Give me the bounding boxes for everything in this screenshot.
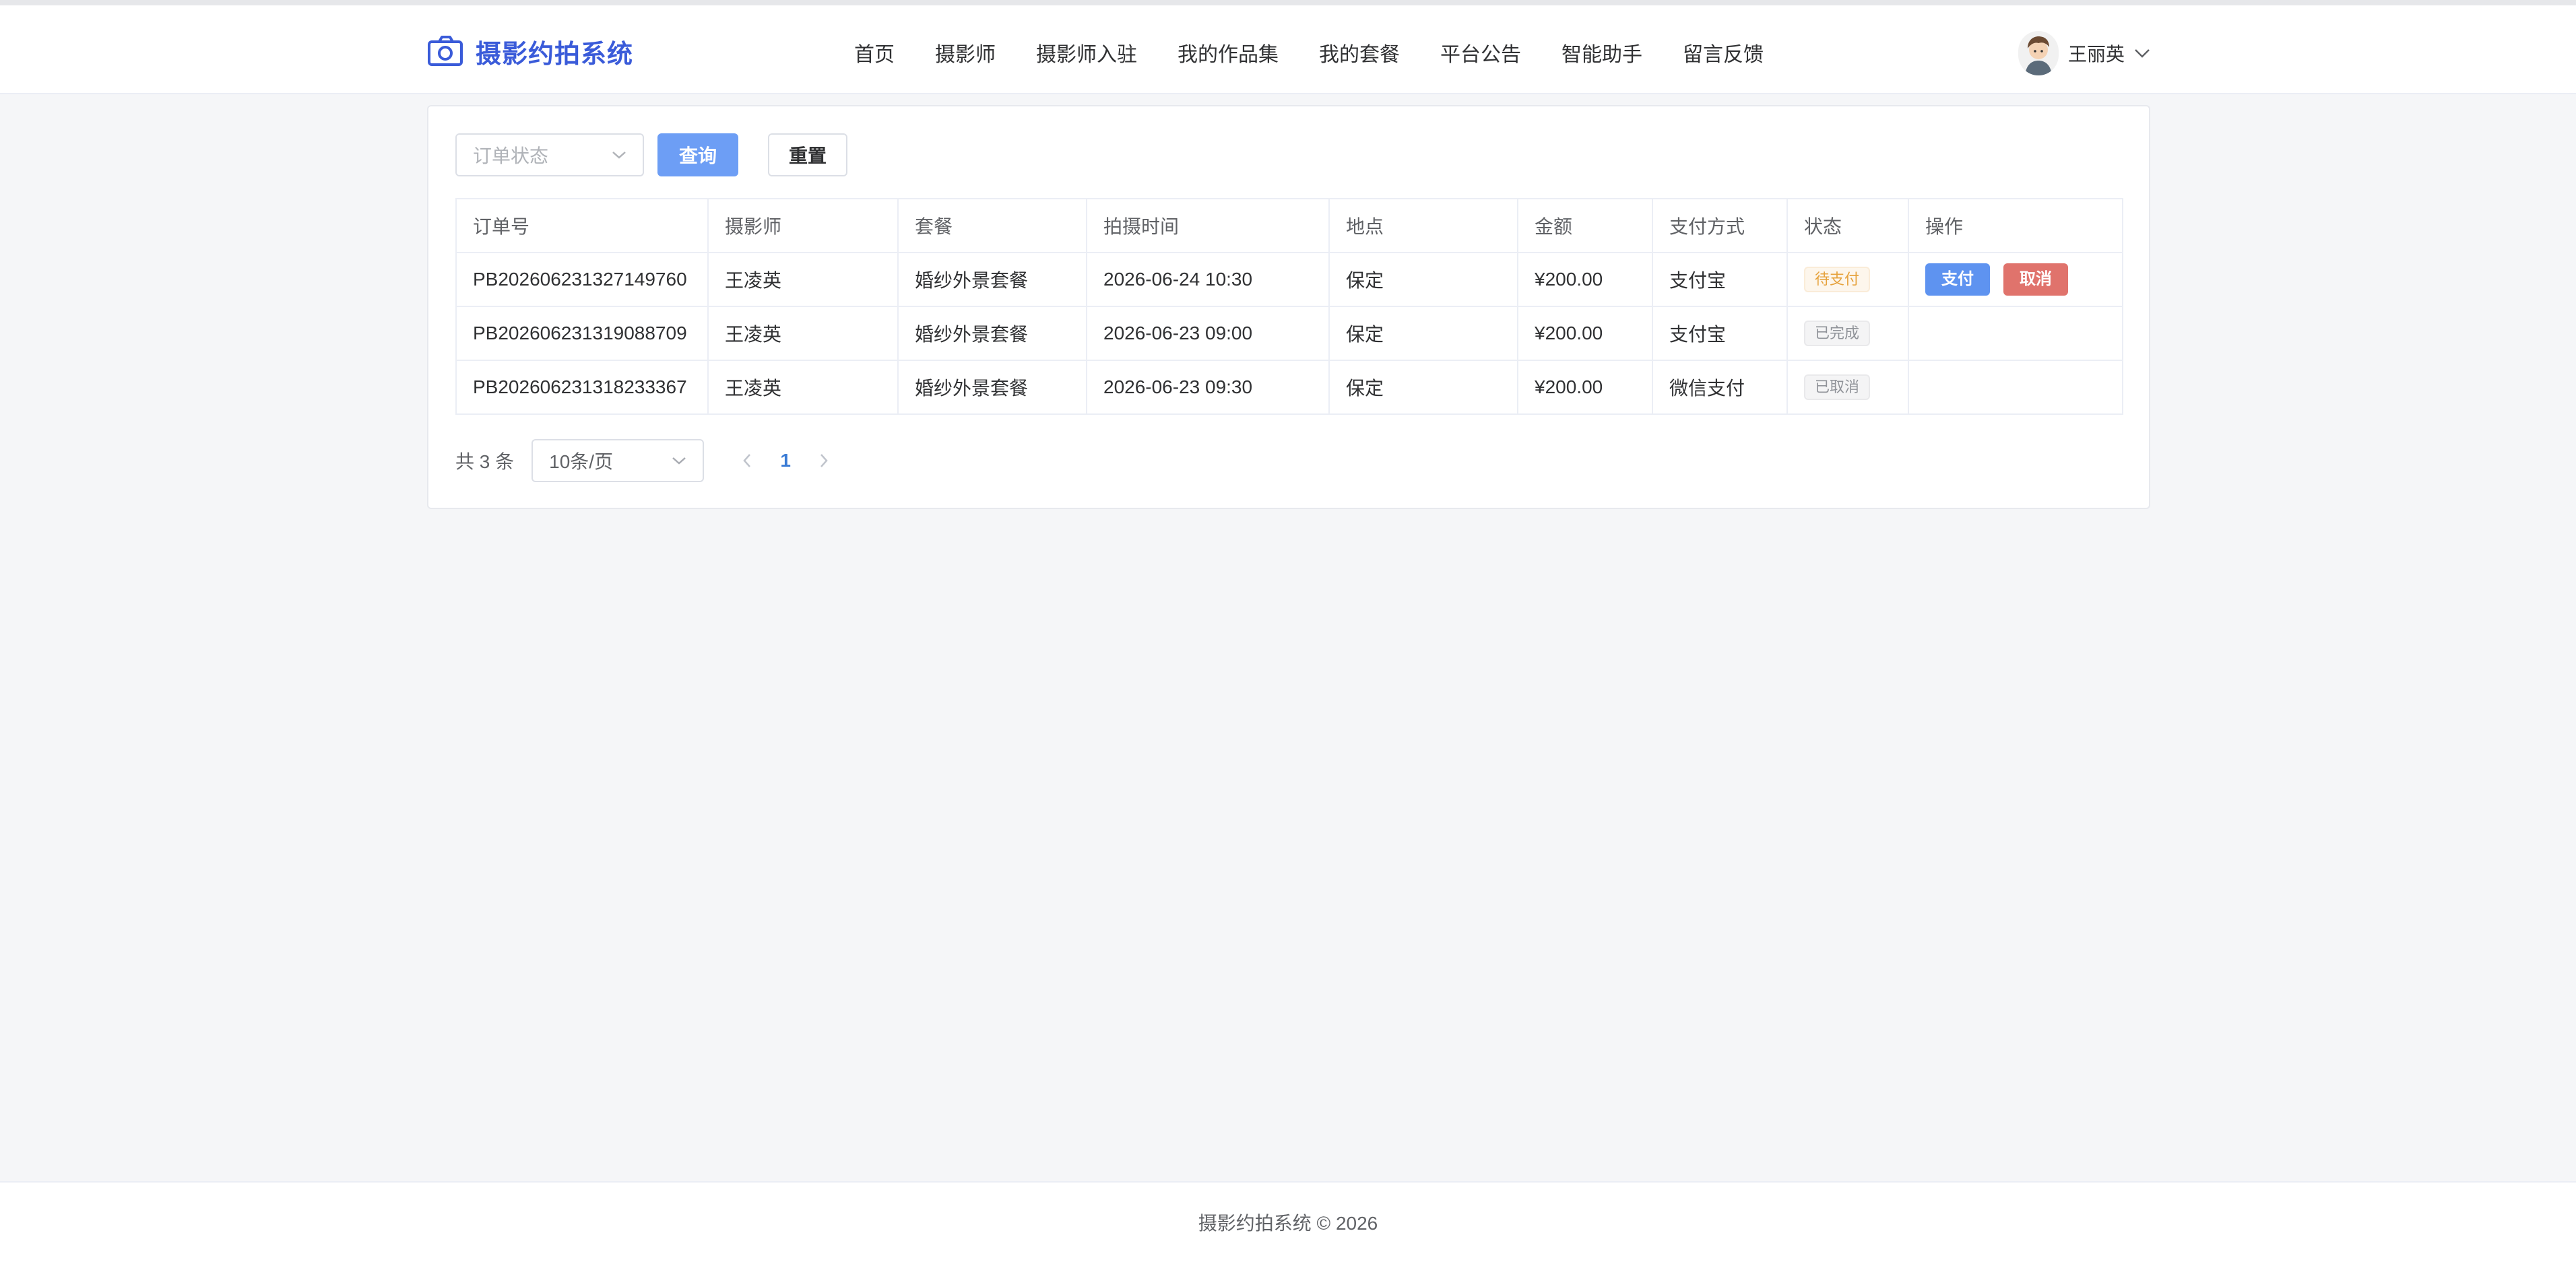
column-header-package: 套餐 — [897, 198, 1087, 253]
prev-page-button[interactable] — [734, 439, 761, 482]
table-row: PB202606231318233367 王凌英 婚纱外景套餐 2026-06-… — [455, 360, 2123, 415]
column-header-place: 地点 — [1328, 198, 1518, 253]
cell-order-no: PB202606231327149760 — [455, 252, 709, 307]
cell-order-no: PB202606231318233367 — [455, 360, 709, 415]
avatar — [2018, 31, 2059, 75]
filter-bar: 订单状态 查询 重置 — [455, 133, 847, 176]
brand[interactable]: 摄影约拍系统 — [427, 31, 633, 71]
cell-amount: ¥200.00 — [1517, 252, 1653, 307]
top-header: 摄影约拍系统 首页 摄影师 摄影师入驻 我的作品集 我的套餐 平台公告 智能助手… — [0, 0, 2576, 94]
nav-item-announcements[interactable]: 平台公告 — [1440, 38, 1521, 67]
nav-item-portfolio[interactable]: 我的作品集 — [1178, 38, 1279, 67]
cell-status: 已完成 — [1786, 306, 1909, 361]
cell-shoot-time: 2026-06-23 09:00 — [1086, 306, 1330, 361]
cell-package: 婚纱外景套餐 — [897, 360, 1087, 415]
reset-button[interactable]: 重置 — [768, 133, 847, 176]
cell-actions — [1908, 360, 2123, 415]
cell-place: 保定 — [1328, 252, 1518, 307]
cell-pay-method: 支付宝 — [1652, 252, 1788, 307]
camera-icon — [428, 36, 463, 66]
cell-status: 已取消 — [1786, 360, 1909, 415]
cell-place: 保定 — [1328, 360, 1518, 415]
brand-title: 摄影约拍系统 — [476, 40, 634, 69]
status-badge: 待支付 — [1804, 267, 1871, 292]
chevron-down-icon — [612, 152, 626, 159]
cell-package: 婚纱外景套餐 — [897, 306, 1087, 361]
nav-item-photographer-join[interactable]: 摄影师入驻 — [1036, 38, 1137, 67]
next-page-button[interactable] — [810, 439, 837, 482]
pagination: 共 3 条 10条/页 1 — [455, 439, 837, 482]
column-header-actions: 操作 — [1908, 198, 2123, 253]
footer: 摄影约拍系统 © 2026 — [0, 1181, 2576, 1262]
page-size-select[interactable]: 10条/页 — [532, 439, 705, 482]
main-nav: 首页 摄影师 摄影师入驻 我的作品集 我的套餐 平台公告 智能助手 留言反馈 — [854, 31, 1764, 74]
chevron-down-icon — [672, 457, 686, 465]
cell-shoot-time: 2026-06-24 10:30 — [1086, 252, 1330, 307]
query-button[interactable]: 查询 — [657, 133, 738, 176]
order-status-placeholder: 订单状态 — [473, 145, 549, 166]
cell-place: 保定 — [1328, 306, 1518, 361]
cell-shoot-time: 2026-06-23 09:30 — [1086, 360, 1330, 415]
nav-item-photographers[interactable]: 摄影师 — [935, 38, 996, 67]
cell-amount: ¥200.00 — [1517, 306, 1653, 361]
pay-button[interactable]: 支付 — [1925, 263, 1990, 296]
cell-order-no: PB202606231319088709 — [455, 306, 709, 361]
user-name: 王丽英 — [2068, 44, 2125, 65]
table-row: PB202606231327149760 王凌英 婚纱外景套餐 2026-06-… — [455, 252, 2123, 307]
column-header-order-no: 订单号 — [455, 198, 709, 253]
chevron-left-icon — [743, 454, 751, 467]
orders-card: 订单状态 查询 重置 订单号 摄影师 套餐 拍摄时间 地点 金额 支付方式 状态… — [427, 105, 2150, 509]
cell-status: 待支付 — [1786, 252, 1909, 307]
nav-item-packages[interactable]: 我的套餐 — [1319, 38, 1400, 67]
cell-photographer: 王凌英 — [707, 252, 899, 307]
status-badge: 已完成 — [1804, 321, 1871, 346]
column-header-status: 状态 — [1786, 198, 1909, 253]
pagination-total: 共 3 条 — [455, 451, 515, 472]
cell-photographer: 王凌英 — [707, 360, 899, 415]
column-header-amount: 金额 — [1517, 198, 1653, 253]
page-number-current[interactable]: 1 — [769, 450, 802, 471]
status-badge: 已取消 — [1804, 374, 1871, 400]
column-header-pay-method: 支付方式 — [1652, 198, 1788, 253]
cell-pay-method: 微信支付 — [1652, 360, 1788, 415]
orders-table: 订单号 摄影师 套餐 拍摄时间 地点 金额 支付方式 状态 操作 PB20260… — [455, 198, 2123, 415]
nav-item-assistant[interactable]: 智能助手 — [1561, 38, 1642, 67]
cell-amount: ¥200.00 — [1517, 360, 1653, 415]
cell-package: 婚纱外景套餐 — [897, 252, 1087, 307]
chevron-down-icon — [2135, 49, 2150, 58]
cell-pay-method: 支付宝 — [1652, 306, 1788, 361]
cell-actions — [1908, 306, 2123, 361]
page-size-value: 10条/页 — [549, 451, 614, 472]
cancel-order-button[interactable]: 取消 — [2003, 263, 2068, 296]
column-header-photographer: 摄影师 — [707, 198, 899, 253]
order-status-select[interactable]: 订单状态 — [455, 133, 644, 176]
table-row: PB202606231319088709 王凌英 婚纱外景套餐 2026-06-… — [455, 306, 2123, 361]
nav-item-feedback[interactable]: 留言反馈 — [1683, 38, 1764, 67]
column-header-shoot-time: 拍摄时间 — [1086, 198, 1330, 253]
nav-item-home[interactable]: 首页 — [854, 38, 895, 67]
cell-photographer: 王凌英 — [707, 306, 899, 361]
chevron-right-icon — [820, 454, 828, 467]
cell-actions: 支付 取消 — [1908, 252, 2123, 307]
footer-copyright: 摄影约拍系统 © 2026 — [1198, 1213, 1378, 1234]
table-header-row: 订单号 摄影师 套餐 拍摄时间 地点 金额 支付方式 状态 操作 — [455, 198, 2123, 253]
user-menu[interactable]: 王丽英 — [2018, 30, 2150, 77]
